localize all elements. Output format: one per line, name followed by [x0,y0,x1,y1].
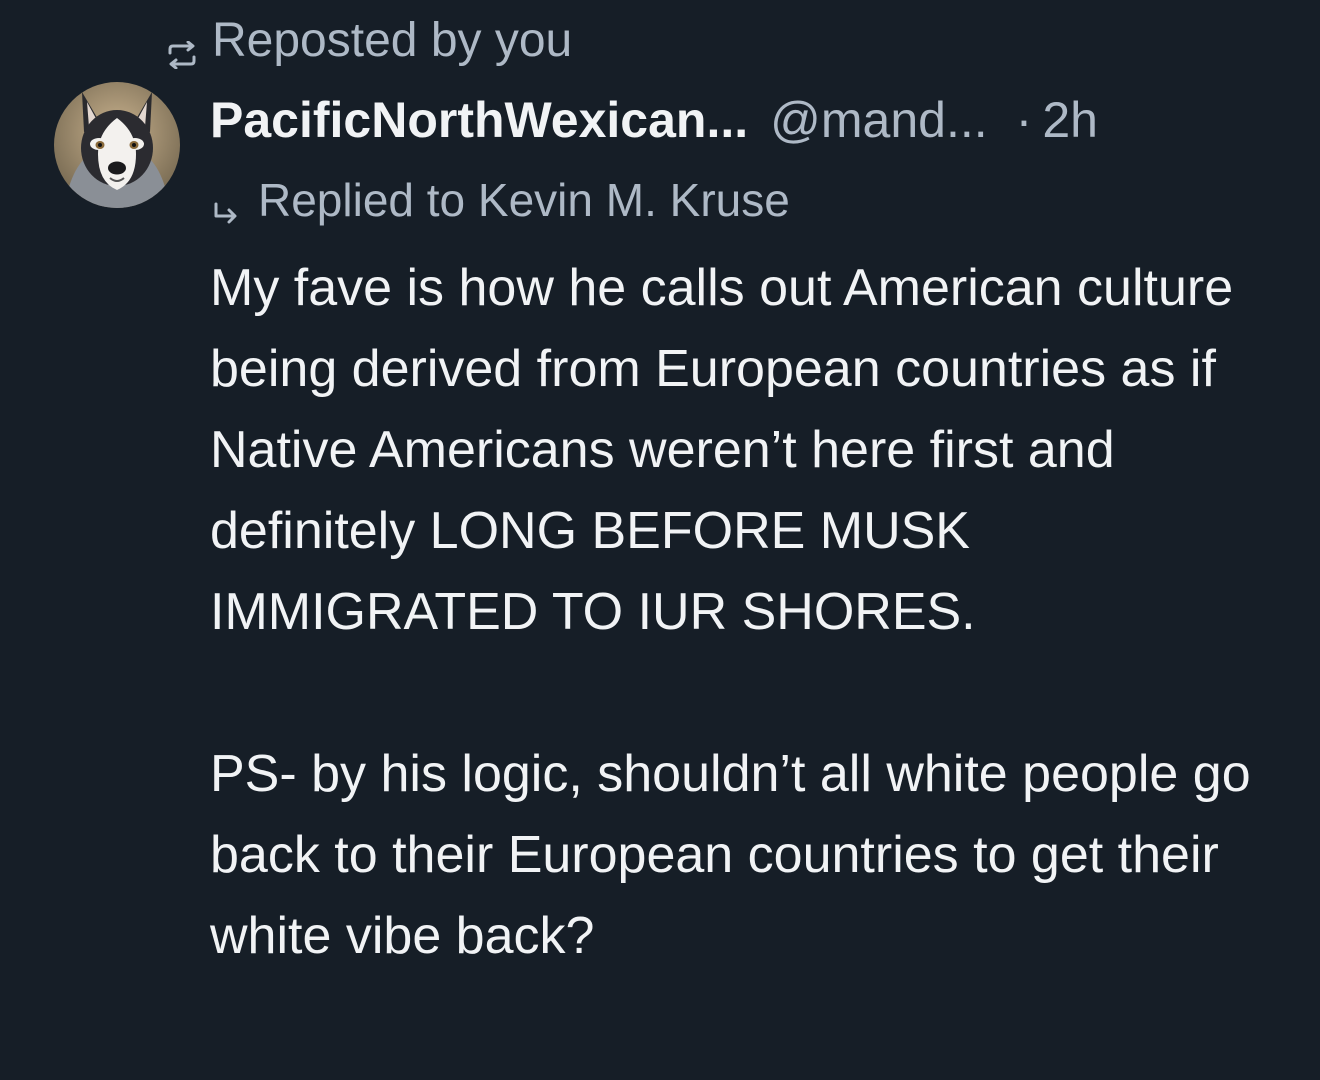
display-name[interactable]: PacificNorthWexican... [210,91,748,149]
repost-icon [164,26,200,70]
avatar[interactable] [54,82,180,208]
post-timestamp[interactable]: 2h [1042,91,1098,149]
reply-label: Replied to Kevin M. Kruse [258,174,790,226]
repost-indicator[interactable]: Reposted by you [164,12,573,70]
reply-arrow-icon [210,185,240,224]
post-paragraph: My fave is how he calls out American cul… [210,259,1234,641]
post-paragraph: PS- by his logic, shouldn’t all white pe… [210,745,1251,965]
user-handle[interactable]: @mand... [770,91,988,149]
repost-label: Reposted by you [212,13,573,67]
husky-avatar [54,82,180,208]
post-header: PacificNorthWexican... @mand... · 2h [210,88,1098,152]
post-body: My fave is how he calls out American cul… [210,248,1290,977]
separator-dot: · [1015,92,1033,148]
reply-context[interactable]: Replied to Kevin M. Kruse [210,172,790,228]
